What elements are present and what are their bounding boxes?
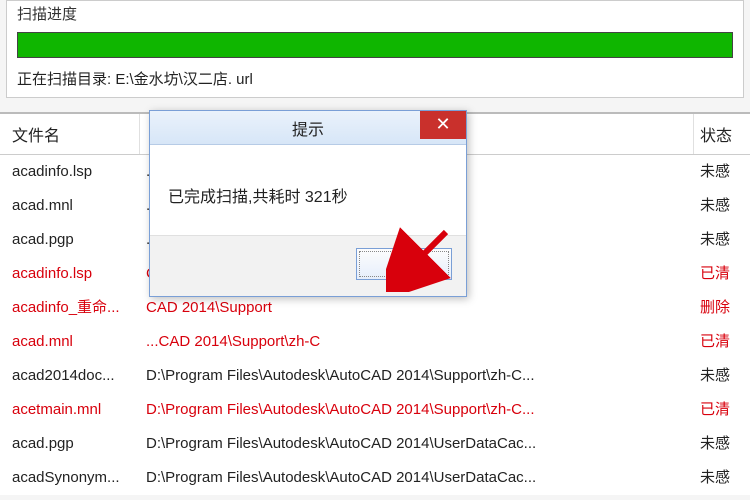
scan-path-line: 正在扫描目录: E:\金水坊\汉二店. url <box>7 64 743 89</box>
cell-status: 未感 <box>694 461 750 495</box>
col-header-name[interactable]: 文件名 <box>0 114 140 154</box>
cell-filename: acetmain.mnl <box>0 393 140 427</box>
close-button[interactable]: ✕ <box>420 111 466 139</box>
cell-filename: acadinfo.lsp <box>0 257 140 291</box>
cell-filename: acad.pgp <box>0 427 140 461</box>
col-header-status[interactable]: 状态 <box>694 114 750 154</box>
cell-filename: acad.pgp <box>0 223 140 257</box>
alert-dialog: 提示 ✕ 已完成扫描,共耗时 321秒 确定 <box>149 110 467 297</box>
table-row[interactable]: acetmain.mnlD:\Program Files\Autodesk\Au… <box>0 393 750 427</box>
close-icon: ✕ <box>435 114 450 134</box>
cell-status: 未感 <box>694 359 750 393</box>
progress-title: 扫描进度 <box>7 1 743 26</box>
cell-status: 未感 <box>694 189 750 223</box>
cell-filename: acad.mnl <box>0 189 140 223</box>
cell-status: 已清 <box>694 257 750 291</box>
progress-panel: 扫描进度 正在扫描目录: E:\金水坊\汉二店. url <box>6 0 744 98</box>
progress-bar <box>17 32 733 58</box>
cell-status: 已清 <box>694 325 750 359</box>
cell-filename: acad2014doc... <box>0 359 140 393</box>
table-row[interactable]: acad.mnlCAD 2014\Support\zh-C...已清 <box>0 325 750 359</box>
cell-filename: acadinfo_重命... <box>0 291 140 325</box>
cell-path: D:\Program Files\Autodesk\AutoCAD 2014\U… <box>140 461 694 495</box>
dialog-footer: 确定 <box>150 235 466 296</box>
dialog-message: 已完成扫描,共耗时 321秒 <box>150 145 466 235</box>
cell-status: 未感 <box>694 223 750 257</box>
dialog-titlebar[interactable]: 提示 ✕ <box>150 111 466 145</box>
cell-path: CAD 2014\Support\zh-C... <box>140 325 694 359</box>
cell-filename: acadinfo.lsp <box>0 155 140 189</box>
scan-path-value: E:\金水坊\汉二店. url <box>115 71 253 88</box>
cell-status: 删除 <box>694 291 750 325</box>
cell-status: 未感 <box>694 155 750 189</box>
cell-path: D:\Program Files\Autodesk\AutoCAD 2014\S… <box>140 359 694 393</box>
cell-status: 未感 <box>694 427 750 461</box>
dialog-title: 提示 <box>292 116 324 140</box>
cell-filename: acad.mnl <box>0 325 140 359</box>
table-row[interactable]: acadSynonym...D:\Program Files\Autodesk\… <box>0 461 750 495</box>
scan-path-prefix: 正在扫描目录: <box>17 71 111 88</box>
cell-path: D:\Program Files\Autodesk\AutoCAD 2014\S… <box>140 393 694 427</box>
cell-path: D:\Program Files\Autodesk\AutoCAD 2014\U… <box>140 427 694 461</box>
cell-filename: acadSynonym... <box>0 461 140 495</box>
ok-button[interactable]: 确定 <box>356 248 452 280</box>
cell-status: 已清 <box>694 393 750 427</box>
table-row[interactable]: acad2014doc...D:\Program Files\Autodesk\… <box>0 359 750 393</box>
table-row[interactable]: acad.pgpD:\Program Files\Autodesk\AutoCA… <box>0 427 750 461</box>
progress-bar-fill <box>18 33 732 57</box>
